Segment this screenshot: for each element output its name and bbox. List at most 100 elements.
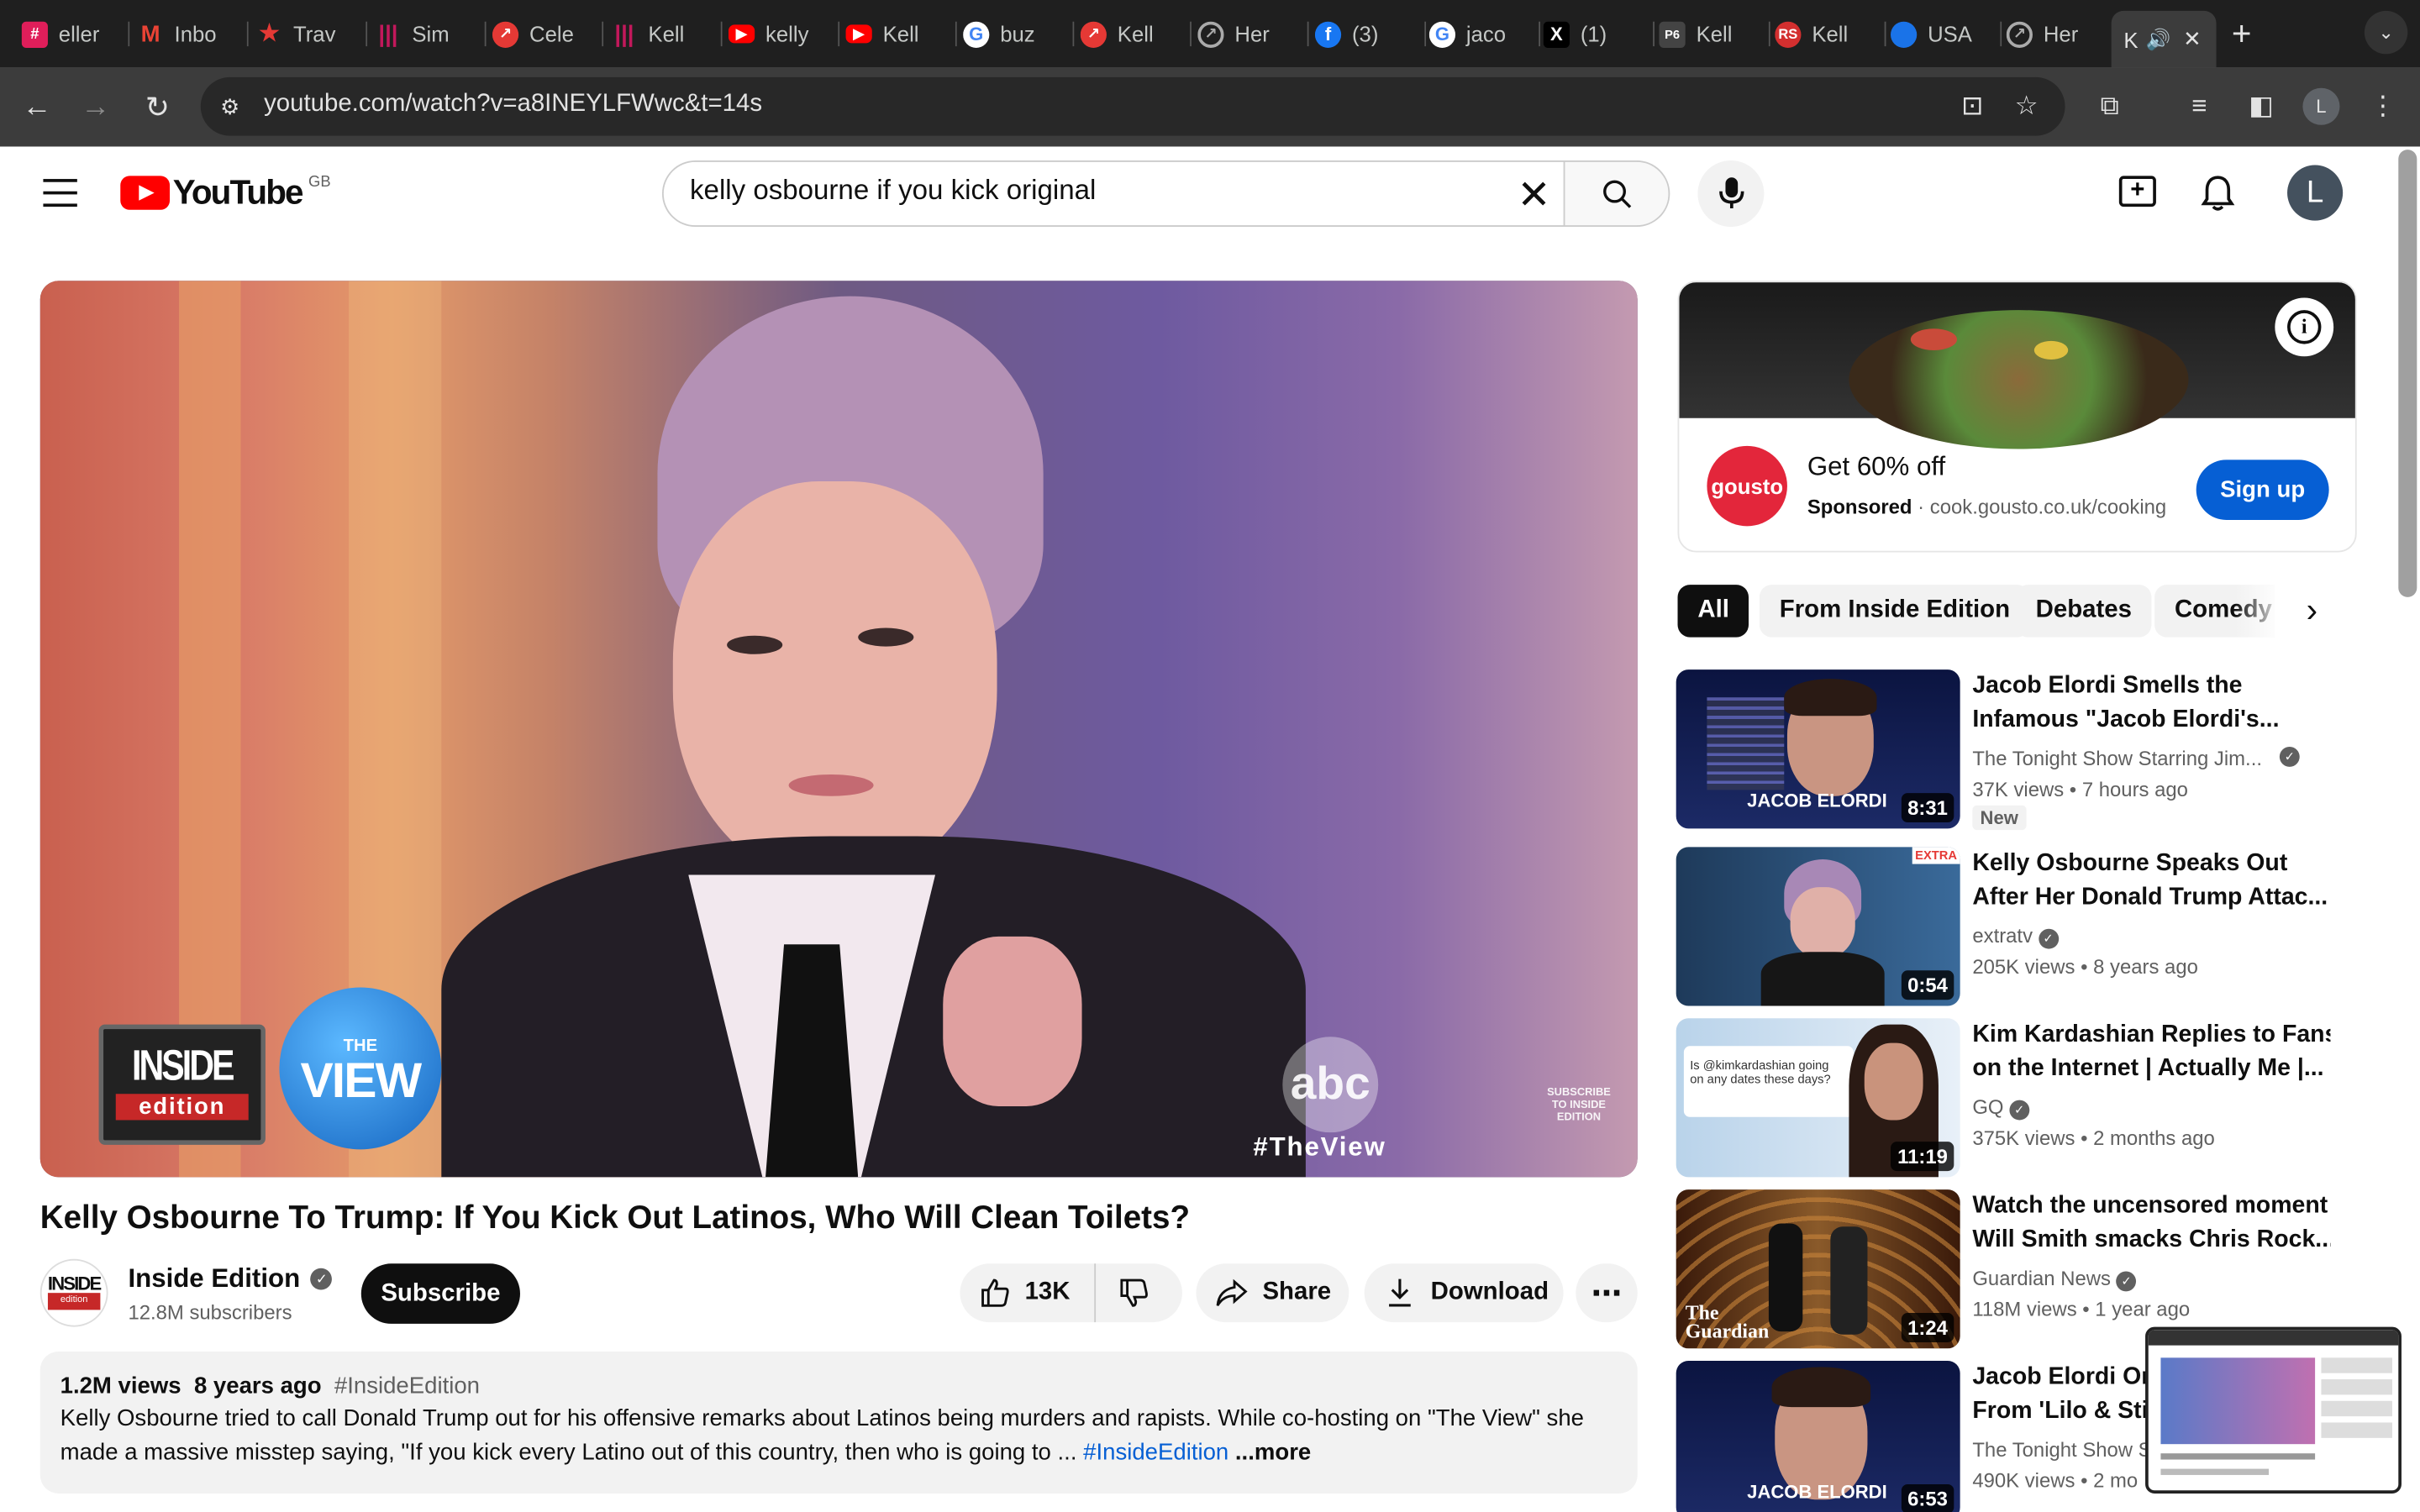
browser-tab[interactable]: ▶ kelly (728, 11, 840, 57)
browser-tab[interactable]: # eller (21, 11, 130, 57)
search-input[interactable] (690, 174, 1493, 207)
globe-icon (1891, 20, 1918, 48)
like-button[interactable]: 13K (960, 1263, 1097, 1323)
video-thumbnail[interactable]: The Guardian 1:24 (1676, 1189, 1960, 1349)
description-line: made a massive misstep saying, "If you k… (60, 1439, 1312, 1466)
account-avatar[interactable]: L (2287, 165, 2344, 221)
verified-icon: ✓ (2009, 1100, 2030, 1121)
show-more-link[interactable]: ...more (1235, 1440, 1311, 1466)
browser-tab[interactable]: Gbuz (963, 11, 1075, 57)
channel-name[interactable]: The Tonight Show Starring Jim... (1972, 747, 2262, 770)
tab-search-button[interactable]: ⌄ (2364, 10, 2408, 55)
ad-banner-image (1679, 282, 2355, 449)
browser-tab[interactable]: USA (1891, 11, 2002, 57)
share-button[interactable]: Share (1196, 1263, 1349, 1323)
channel-name[interactable]: extratv (1972, 924, 2033, 948)
extensions-icon[interactable]: ⧉ (2091, 88, 2128, 125)
search-icon (1603, 180, 1632, 208)
channel-name[interactable]: The Tonight Show S (1972, 1438, 2151, 1462)
video-thumbnail[interactable]: JACOB ELORDI 6:53 (1676, 1361, 1960, 1512)
chips-fade (2234, 585, 2285, 638)
browser-tab[interactable]: P6 Kell (1659, 11, 1770, 57)
url-text[interactable]: youtube.com/watch?v=a8INEYLFWwc&t=14s (264, 91, 762, 118)
browser-tab[interactable]: ▶ Kell (845, 11, 957, 57)
browser-tab[interactable]: X (1) (1543, 11, 1655, 57)
video-player[interactable]: INSIDE edition THE VIEW abc #TheView SUB… (39, 281, 1638, 1178)
back-button[interactable]: ← (15, 87, 58, 129)
browser-menu-icon[interactable]: ⋮ (2365, 88, 2402, 125)
page-scrollbar[interactable] (2398, 150, 2417, 597)
thumbs-up-icon (981, 1278, 1009, 1307)
hashtag-overlay: #TheView (1253, 1132, 1386, 1163)
site-info-icon[interactable]: ⚙ (212, 88, 249, 125)
chip-from-inside-edition[interactable]: From Inside Edition (1759, 585, 2030, 638)
browser-tab[interactable]: ↗ Kell (1080, 11, 1192, 57)
video-thumbnail[interactable]: Is @kimkardashian going on any dates the… (1676, 1018, 1960, 1178)
download-icon (1389, 1278, 1411, 1307)
dislike-button[interactable] (1096, 1263, 1151, 1322)
browser-tab[interactable]: M Inbo (137, 11, 249, 57)
page-six-icon: P6 (1659, 20, 1686, 48)
chip-debates[interactable]: Debates (2015, 585, 2152, 638)
browser-tab[interactable]: ↗ Her (1197, 11, 1309, 57)
reload-button[interactable]: ↻ (136, 87, 179, 129)
hashtag-link[interactable]: #InsideEdition (1083, 1440, 1228, 1466)
video-thumbnail[interactable]: JACOB ELORDI 8:31 (1676, 669, 1960, 829)
chevron-right-icon[interactable]: › (2293, 590, 2330, 633)
create-video-icon[interactable]: + (2118, 176, 2156, 207)
subscribe-button[interactable]: Subscribe (360, 1263, 520, 1324)
install-app-icon[interactable]: ⊡ (1954, 88, 1991, 125)
notifications-bell-icon[interactable] (2199, 173, 2236, 213)
list-item[interactable]: JACOB ELORDI 8:31 Jacob Elordi Smells th… (1676, 669, 2355, 831)
channel-name[interactable]: GQ (1972, 1095, 2003, 1119)
search-button[interactable] (1563, 160, 1670, 228)
compass-icon: ↗ (1197, 20, 1224, 48)
chip-all[interactable]: All (1677, 585, 1749, 638)
youtube-logo[interactable]: YouTube GB (120, 173, 331, 212)
ad-signup-button[interactable]: Sign up (2196, 459, 2329, 520)
channel-name[interactable]: Inside Edition ✓ (128, 1263, 333, 1294)
menu-icon[interactable] (43, 179, 77, 207)
list-item[interactable]: The Guardian 1:24 Watch the uncensored m… (1676, 1189, 2355, 1350)
video-thumbnail[interactable]: EXTRA 0:54 (1676, 847, 1960, 1006)
video-title: Jacob Elordi Smells the Infamous "Jacob E… (1972, 672, 2280, 733)
description-meta: 1.2M views 8 years ago #InsideEdition (60, 1373, 480, 1399)
the-view-logo: THE VIEW (279, 987, 442, 1150)
video-title: Kelly Osbourne To Trump: If You Kick Out… (39, 1200, 1191, 1236)
clear-search-icon[interactable]: ✕ (1518, 175, 1551, 215)
speaker-icon: 🔊 (2145, 27, 2171, 50)
browser-tab[interactable]: ★ Trav (256, 11, 368, 57)
voice-search-button[interactable] (1697, 160, 1765, 228)
miniplayer-preview[interactable] (2145, 1326, 2402, 1494)
ad-card[interactable]: i gousto Get 60% off Sponsored · cook.go… (1677, 281, 2357, 553)
browser-tab[interactable]: ↗ Cele (492, 11, 604, 57)
presenter-hand (943, 936, 1082, 1106)
more-actions-icon[interactable]: ⋯ (1576, 1263, 1638, 1323)
compass-icon: ↗ (2006, 20, 2033, 48)
profile-avatar[interactable]: L (2302, 87, 2340, 125)
browser-tab[interactable]: ||| Sim (375, 11, 487, 57)
list-item[interactable]: Is @kimkardashian going on any dates the… (1676, 1018, 2355, 1179)
browser-tab[interactable]: RS Kell (1775, 11, 1886, 57)
new-tab-button[interactable]: + (2232, 11, 2269, 57)
close-tab-icon[interactable]: ✕ (2183, 26, 2202, 52)
list-item[interactable]: EXTRA 0:54 Kelly Osbourne Speaks Out Afte… (1676, 847, 2355, 1007)
channel-name[interactable]: Guardian News (1972, 1267, 2111, 1290)
trend-icon: ↗ (1080, 20, 1107, 48)
media-controls-icon[interactable]: ≡ (2181, 88, 2217, 125)
channel-avatar[interactable]: INSIDE edition (39, 1258, 108, 1327)
download-button[interactable]: Download (1364, 1263, 1564, 1323)
browser-tab[interactable]: ↗ Her (2006, 11, 2107, 57)
browser-tab-active[interactable]: K 🔊 ✕ (2111, 10, 2217, 68)
forward-button[interactable]: → (74, 87, 117, 129)
browser-tab[interactable]: Gjaco (1428, 11, 1541, 57)
gmail-icon: M (140, 20, 160, 48)
ad-info-icon[interactable]: i (2275, 297, 2334, 357)
browser-tab[interactable]: f (3) (1314, 11, 1427, 57)
side-panel-icon[interactable]: ◧ (2243, 88, 2280, 125)
youtube-icon: ▶ (845, 24, 872, 44)
ad-meta: Sponsored · cook.gousto.co.uk/cooking (1807, 495, 2167, 519)
like-dislike-group: 13K (960, 1263, 1182, 1323)
browser-tab[interactable]: ||| Kell (611, 11, 723, 57)
bookmark-star-icon[interactable]: ☆ (2008, 88, 2045, 125)
